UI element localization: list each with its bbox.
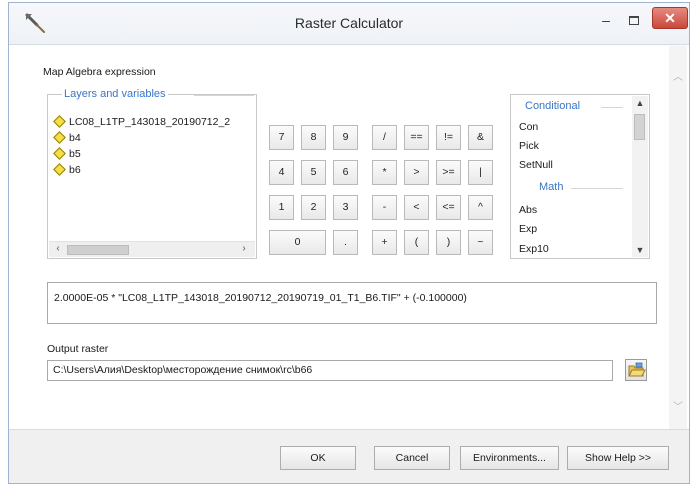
- function-item[interactable]: Abs: [519, 204, 537, 216]
- conditional-category-header: Conditional: [525, 100, 581, 112]
- function-item[interactable]: Exp: [519, 223, 537, 235]
- key-multiply[interactable]: *: [372, 160, 397, 185]
- show-help-button[interactable]: Show Help >>: [567, 446, 669, 470]
- scroll-up-arrow-icon[interactable]: ︿: [669, 68, 687, 83]
- key-greater[interactable]: >: [404, 160, 429, 185]
- map-algebra-label: Map Algebra expression: [43, 66, 156, 78]
- layer-item[interactable]: LC08_L1TP_143018_20190712_2: [52, 115, 231, 128]
- layer-item[interactable]: b5: [52, 147, 81, 160]
- dialog-body: Map Algebra expression Layers and variab…: [9, 46, 689, 429]
- key-less[interactable]: <: [404, 195, 429, 220]
- layer-item-label: b6: [69, 164, 81, 176]
- raster-layer-icon: [53, 147, 66, 160]
- key-not[interactable]: ~: [468, 230, 493, 255]
- layer-item-label: LC08_L1TP_143018_20190712_2: [69, 116, 231, 128]
- dialog-button-bar: OK Cancel Environments... Show Help >>: [9, 429, 689, 483]
- key-greater-equal[interactable]: >=: [436, 160, 461, 185]
- key-decimal[interactable]: .: [333, 230, 358, 255]
- layer-item[interactable]: b4: [52, 131, 81, 144]
- output-raster-label: Output raster: [47, 343, 109, 355]
- legend-divider: [194, 95, 254, 96]
- scrollbar-thumb[interactable]: [634, 114, 645, 140]
- function-item[interactable]: Pick: [519, 140, 539, 152]
- minimize-button[interactable]: –: [593, 9, 619, 31]
- maximize-button[interactable]: [621, 9, 647, 31]
- raster-layer-icon: [53, 115, 66, 128]
- raster-layer-icon: [53, 131, 66, 144]
- scroll-left-arrow-icon[interactable]: ‹: [51, 243, 65, 254]
- key-divide[interactable]: /: [372, 125, 397, 150]
- key-not-equal[interactable]: !=: [436, 125, 461, 150]
- close-button[interactable]: ✕: [652, 7, 688, 29]
- key-7[interactable]: 7: [269, 125, 294, 150]
- layers-and-variables-list[interactable]: Layers and variables LC08_L1TP_143018_20…: [47, 88, 257, 259]
- category-divider: [601, 107, 623, 108]
- dialog-vertical-scrollbar[interactable]: ︿ ﹀: [669, 46, 687, 429]
- key-4[interactable]: 4: [269, 160, 294, 185]
- key-9[interactable]: 9: [333, 125, 358, 150]
- scroll-right-arrow-icon[interactable]: ›: [237, 243, 251, 254]
- raster-calculator-window: Raster Calculator – ✕ Map Algebra expres…: [8, 2, 690, 484]
- raster-layer-icon: [53, 163, 66, 176]
- key-equal[interactable]: ==: [404, 125, 429, 150]
- output-raster-input[interactable]: C:\Users\Алия\Desktop\месторождение сним…: [47, 360, 613, 381]
- scroll-down-arrow-icon[interactable]: ﹀: [669, 398, 687, 413]
- key-and[interactable]: &: [468, 125, 493, 150]
- key-3[interactable]: 3: [333, 195, 358, 220]
- key-0[interactable]: 0: [269, 230, 326, 255]
- function-item[interactable]: Exp10: [519, 243, 549, 255]
- key-close-paren[interactable]: ): [436, 230, 461, 255]
- key-or[interactable]: |: [468, 160, 493, 185]
- layer-item[interactable]: b6: [52, 163, 81, 176]
- title-bar[interactable]: Raster Calculator – ✕: [9, 3, 689, 45]
- math-category-header: Math: [539, 181, 564, 193]
- scroll-up-arrow-icon[interactable]: ▲: [632, 98, 648, 108]
- layers-and-variables-legend: Layers and variables: [62, 88, 168, 100]
- key-xor[interactable]: ^: [468, 195, 493, 220]
- map-algebra-expression-input[interactable]: 2.0000E-05 * "LC08_L1TP_143018_20190712_…: [47, 282, 657, 324]
- function-item[interactable]: Con: [519, 121, 538, 133]
- maximize-icon: [629, 15, 639, 25]
- key-5[interactable]: 5: [301, 160, 326, 185]
- cancel-button[interactable]: Cancel: [374, 446, 450, 470]
- open-folder-icon: [628, 362, 646, 377]
- key-2[interactable]: 2: [301, 195, 326, 220]
- key-1[interactable]: 1: [269, 195, 294, 220]
- window-title: Raster Calculator: [294, 15, 404, 31]
- layers-horizontal-scrollbar[interactable]: ‹ ›: [49, 241, 255, 257]
- key-8[interactable]: 8: [301, 125, 326, 150]
- key-open-paren[interactable]: (: [404, 230, 429, 255]
- layer-item-label: b4: [69, 132, 81, 144]
- key-minus[interactable]: -: [372, 195, 397, 220]
- layer-item-label: b5: [69, 148, 81, 160]
- functions-vertical-scrollbar[interactable]: ▲ ▼: [632, 96, 648, 257]
- category-divider: [571, 188, 623, 189]
- functions-list[interactable]: Conditional Con Pick SetNull Math Abs Ex…: [510, 94, 650, 259]
- key-less-equal[interactable]: <=: [436, 195, 461, 220]
- scrollbar-thumb[interactable]: [67, 245, 129, 255]
- key-6[interactable]: 6: [333, 160, 358, 185]
- function-item[interactable]: SetNull: [519, 159, 553, 171]
- browse-folder-button[interactable]: [625, 359, 647, 381]
- key-plus[interactable]: +: [372, 230, 397, 255]
- ok-button[interactable]: OK: [280, 446, 356, 470]
- scroll-down-arrow-icon[interactable]: ▼: [632, 245, 648, 255]
- environments-button[interactable]: Environments...: [460, 446, 559, 470]
